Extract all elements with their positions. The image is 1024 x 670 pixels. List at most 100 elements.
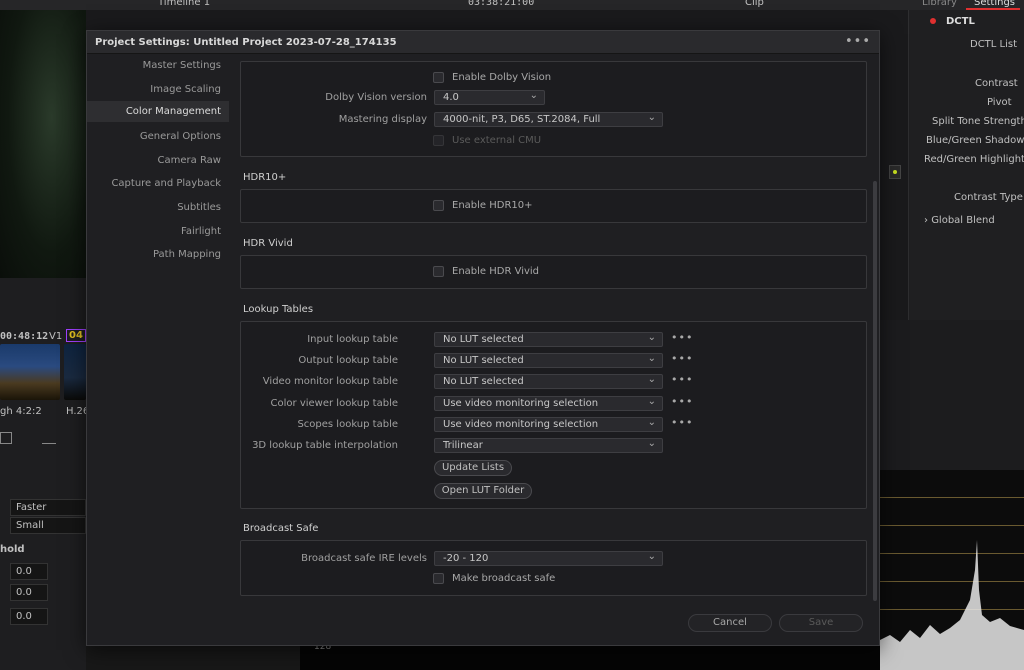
dolby-version-label: Dolby Vision version xyxy=(325,92,427,103)
chevron-down-icon: ⌄ xyxy=(647,353,656,364)
track-v1-label: V1 xyxy=(49,331,63,342)
input-lut-value: No LUT selected xyxy=(443,334,524,345)
tab-settings[interactable]: Settings xyxy=(974,0,1015,8)
timeline-label[interactable]: Timeline 1 xyxy=(158,0,210,8)
make-broadcast-safe-checkbox[interactable] xyxy=(433,573,444,584)
make-broadcast-safe-label: Make broadcast safe xyxy=(452,573,556,584)
content-scrollbar[interactable] xyxy=(873,181,877,601)
output-lut-label: Output lookup table xyxy=(298,355,398,366)
mastering-display-dropdown[interactable]: 4000-nit, P3, D65, ST.2084, Full ⌄ xyxy=(434,112,663,127)
color-viewer-lut-more-button[interactable]: ••• xyxy=(671,395,693,408)
dctl-title: DCTL xyxy=(946,16,975,27)
clip-thumbnail[interactable] xyxy=(64,344,86,400)
enable-dolby-vision-label: Enable Dolby Vision xyxy=(452,72,552,83)
nav-item-camera-raw[interactable]: Camera Raw xyxy=(81,150,221,171)
curve-icon[interactable] xyxy=(42,432,56,444)
dialog-title-bar[interactable]: Project Settings: Untitled Project 2023-… xyxy=(87,31,879,54)
image-icon[interactable] xyxy=(0,432,12,444)
enable-hdr-vivid-label: Enable HDR Vivid xyxy=(452,266,540,277)
speed-select[interactable]: Faster xyxy=(10,499,86,516)
contrast-label: Contrast xyxy=(975,78,1018,89)
output-lut-value: No LUT selected xyxy=(443,355,524,366)
blue-green-label: Blue/Green Shadows xyxy=(926,135,1024,146)
input-lut-more-button[interactable]: ••• xyxy=(671,331,693,344)
hdr10-section-title: HDR10+ xyxy=(243,172,287,183)
video-monitor-lut-dropdown[interactable]: No LUT selected ⌄ xyxy=(434,374,663,389)
lut-interpolation-dropdown[interactable]: Trilinear ⌄ xyxy=(434,438,663,453)
enable-dolby-vision-checkbox[interactable] xyxy=(433,72,444,83)
input-lut-dropdown[interactable]: No LUT selected ⌄ xyxy=(434,332,663,347)
lut-interpolation-value: Trilinear xyxy=(443,440,483,451)
input-lut-label: Input lookup table xyxy=(307,334,398,345)
lookup-tables-section-title: Lookup Tables xyxy=(243,304,314,315)
enable-hdr-vivid-checkbox[interactable] xyxy=(433,266,444,277)
cancel-button[interactable]: Cancel xyxy=(688,614,772,632)
broadcast-safe-section-title: Broadcast Safe xyxy=(243,523,319,534)
split-tone-label: Split Tone Strength xyxy=(932,116,1024,127)
scope-gridline xyxy=(880,497,1024,498)
waveform-trace xyxy=(880,540,1024,670)
scope-gridline xyxy=(880,525,1024,526)
chevron-down-icon: ⌄ xyxy=(647,374,656,385)
nav-item-subtitles[interactable]: Subtitles xyxy=(81,197,221,218)
settings-nav: Master Settings Image Scaling Color Mana… xyxy=(87,55,229,645)
nav-item-path-mapping[interactable]: Path Mapping xyxy=(81,244,221,265)
nav-item-image-scaling[interactable]: Image Scaling xyxy=(81,79,221,100)
update-lists-button[interactable]: Update Lists xyxy=(434,460,512,476)
threshold-label: hold xyxy=(0,544,25,555)
viewer-image xyxy=(0,10,86,278)
clip-mode-label[interactable]: Clip xyxy=(745,0,764,8)
use-external-cmu-checkbox[interactable] xyxy=(433,135,444,146)
open-lut-folder-button[interactable]: Open LUT Folder xyxy=(434,483,532,499)
size-select[interactable]: Small xyxy=(10,517,86,534)
dctl-panel xyxy=(908,10,1024,320)
nav-item-fairlight[interactable]: Fairlight xyxy=(81,221,221,242)
chevron-down-icon: ⌄ xyxy=(647,112,656,123)
hdr-vivid-section-title: HDR Vivid xyxy=(243,238,293,249)
dctl-list-label: DCTL List xyxy=(970,39,1018,50)
clip-thumbnail[interactable] xyxy=(0,344,60,400)
project-settings-dialog: Project Settings: Untitled Project 2023-… xyxy=(86,30,880,646)
color-viewer-lut-value: Use video monitoring selection xyxy=(443,398,599,409)
nav-item-general-options[interactable]: General Options xyxy=(81,126,221,147)
global-blend-label[interactable]: › Global Blend xyxy=(924,215,995,226)
dolby-version-dropdown[interactable]: 4.0 ⌄ xyxy=(434,90,545,105)
enable-hdr10-checkbox[interactable] xyxy=(433,200,444,211)
chevron-down-icon: ⌄ xyxy=(647,417,656,428)
color-viewer-lut-label: Color viewer lookup table xyxy=(270,398,398,409)
color-viewer-lut-dropdown[interactable]: Use video monitoring selection ⌄ xyxy=(434,396,663,411)
enable-hdr10-label: Enable HDR10+ xyxy=(452,200,533,211)
output-lut-dropdown[interactable]: No LUT selected ⌄ xyxy=(434,353,663,368)
hdr10-group xyxy=(240,189,867,223)
global-blend-text: Global Blend xyxy=(931,215,995,226)
nav-item-capture-playback[interactable]: Capture and Playback xyxy=(81,173,221,194)
scopes-lut-dropdown[interactable]: Use video monitoring selection ⌄ xyxy=(434,417,663,432)
dialog-menu-button[interactable]: ••• xyxy=(845,34,871,49)
value-field[interactable]: 0.0 xyxy=(10,563,48,580)
chevron-down-icon: ⌄ xyxy=(647,332,656,343)
nav-item-master-settings[interactable]: Master Settings xyxy=(81,55,221,76)
dialog-title: Project Settings: Untitled Project 2023-… xyxy=(95,37,397,48)
output-lut-more-button[interactable]: ••• xyxy=(671,352,693,365)
dolby-version-value: 4.0 xyxy=(443,92,459,103)
nav-item-color-management[interactable]: Color Management xyxy=(87,101,229,122)
clip-timecode: 00:48:12 xyxy=(0,331,49,342)
dctl-enabled-indicator[interactable] xyxy=(930,18,936,24)
hdr-vivid-group xyxy=(240,255,867,289)
scopes-lut-more-button[interactable]: ••• xyxy=(671,416,693,429)
chevron-down-icon: ⌄ xyxy=(647,551,656,562)
track-badge: 04 xyxy=(66,329,86,342)
tab-library[interactable]: Library xyxy=(922,0,957,8)
value-field[interactable]: 0.0 xyxy=(10,584,48,601)
video-monitor-lut-value: No LUT selected xyxy=(443,376,524,387)
mastering-display-value: 4000-nit, P3, D65, ST.2084, Full xyxy=(443,114,601,125)
video-monitor-lut-more-button[interactable]: ••• xyxy=(671,373,693,386)
lut-interpolation-label: 3D lookup table interpolation xyxy=(252,440,398,451)
broadcast-ire-label: Broadcast safe IRE levels xyxy=(301,553,427,564)
value-field[interactable]: 0.0 xyxy=(10,608,48,625)
pivot-label: Pivot xyxy=(987,97,1012,108)
use-external-cmu-label: Use external CMU xyxy=(452,135,542,146)
chevron-down-icon: ⌄ xyxy=(647,438,656,449)
broadcast-ire-dropdown[interactable]: -20 - 120 ⌄ xyxy=(434,551,663,566)
save-button[interactable]: Save xyxy=(779,614,863,632)
